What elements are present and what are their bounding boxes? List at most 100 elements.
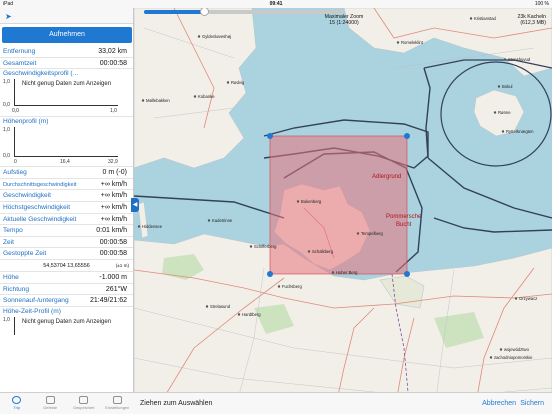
- place-marker: [141, 99, 145, 102]
- place-label: Bokul: [502, 84, 513, 89]
- location-arrow-icon[interactable]: ➤: [5, 12, 12, 21]
- collapse-sidebar-button[interactable]: ◀: [131, 198, 139, 212]
- place-label: Kristianstad: [474, 16, 497, 21]
- place-marker: [493, 111, 497, 114]
- place-marker: [249, 245, 253, 248]
- place-label: Rødvig: [231, 80, 245, 85]
- place-label: Grzywacz: [519, 296, 537, 301]
- stat-label: Aufstieg: [3, 169, 27, 177]
- stat-label: Durchschnittsgeschwindigkeit: [3, 181, 77, 188]
- place-marker: [489, 356, 493, 359]
- stat-value: 00:00:58: [99, 59, 127, 67]
- selection-handle[interactable]: [267, 271, 273, 277]
- place-marker: [501, 130, 505, 133]
- place-marker: [307, 250, 311, 253]
- zoom-slider-fill: [144, 10, 204, 14]
- place-marker: [503, 58, 507, 61]
- stat-row: Geschwindigkeit +∞ km/h: [0, 190, 133, 202]
- speed-profile-message: Nicht genug Daten zum Anzeigen: [21, 81, 112, 88]
- height-time-profile-title: Höhe-Zeit-Profil (m): [3, 307, 61, 315]
- sea-label-adlergrund: Adlergrund: [372, 174, 401, 180]
- stat-label: Gesamtzeit: [3, 59, 37, 67]
- place-label: Møllebakken: [146, 98, 170, 103]
- selection-handle[interactable]: [404, 133, 410, 139]
- map-canvas[interactable]: Adlergrund Pommersche Bucht Gyldenløvesh…: [134, 8, 552, 414]
- height-profile-xtick-mid: 16,4: [60, 159, 70, 166]
- stat-value: 261°W: [105, 285, 127, 293]
- stat-label: Höchstgeschwindigkeit: [3, 203, 71, 211]
- selection-handle[interactable]: [267, 133, 273, 139]
- place-marker: [296, 200, 300, 203]
- place-label: Rytterknægten: [506, 129, 534, 134]
- stat-label: Zeit: [3, 238, 14, 246]
- zoom-info: Maximaler Zoom 15 (1:24000): [284, 14, 404, 26]
- place-marker: [514, 297, 518, 300]
- place-marker: [137, 225, 141, 228]
- stat-value: 33,02 km: [98, 48, 127, 55]
- stat-row: Tempo 0:01 km/h: [0, 225, 133, 237]
- land-zealand: [134, 8, 257, 169]
- place-marker: [226, 81, 230, 84]
- zoom-value: 15 (1:24000): [329, 20, 359, 27]
- tab-einstellungen[interactable]: Einstellungen: [101, 393, 135, 414]
- land-hiddensee: [137, 201, 149, 239]
- height-profile: Höhenprofil (m) 1,0 0,0 0 16,4 32,9: [0, 117, 133, 168]
- height-time-profile-message: Nicht genug Daten zum Anzeigen: [21, 318, 112, 325]
- stat-row: Entfernung 33,02 km: [0, 46, 133, 58]
- tab-gespeichert[interactable]: Gespeichert: [67, 393, 101, 414]
- stat-label: Tempo: [3, 227, 23, 235]
- coordinates-value: 54,53704 13,65556: [43, 262, 90, 269]
- tile-selection-area[interactable]: [269, 135, 408, 275]
- stat-value: 0 m (-0): [102, 169, 128, 177]
- stat-label: Aktuelle Geschwindigkeit: [3, 215, 77, 223]
- stat-row: Durchschnittsgeschwindigkeit +∞ km/h: [0, 179, 133, 191]
- stat-value: -1.000 m: [99, 273, 127, 281]
- place-marker: [205, 305, 209, 308]
- battery-label: 100 %: [534, 1, 549, 7]
- place-marker: [197, 35, 201, 38]
- speed-profile: Geschwindigkeitsprofil (... Nicht genug …: [0, 69, 133, 118]
- place-label: Bukenberg: [301, 199, 322, 204]
- place-label: Gyldenløveshøj: [202, 34, 231, 39]
- speed-profile-title: Geschwindigkeitsprofil (...: [3, 70, 79, 78]
- tile-size: (612,3 MB): [520, 20, 546, 27]
- place-marker: [331, 271, 335, 274]
- place-label: Hoher Berg: [336, 270, 358, 275]
- coordinates-row: 54,53704 13,65556 (±1 m): [0, 260, 133, 272]
- stat-label: Höhe: [3, 273, 19, 281]
- stat-value: +∞ km/h: [100, 180, 127, 188]
- place-label: Stenshuvud: [508, 57, 531, 62]
- map-view[interactable]: Adlergrund Pommersche Bucht Gyldenløvesh…: [134, 8, 552, 414]
- save-button[interactable]: Sichern: [520, 400, 544, 407]
- stat-row: Zeit 00:00:58: [0, 237, 133, 249]
- place-label: zachodniopomorskie: [494, 355, 533, 360]
- speed-profile-ytick-top: 1,0: [3, 79, 10, 86]
- stat-value: 00:00:58: [99, 250, 127, 258]
- place-label: Hiddensee: [142, 224, 163, 229]
- place-marker: [207, 219, 211, 222]
- tile-info: 23k Kacheln (612,3 MB): [517, 14, 546, 26]
- height-profile-xtick-end: 32,9: [108, 159, 118, 166]
- height-profile-plot: [14, 127, 118, 158]
- place-marker: [237, 313, 241, 316]
- stat-value: +∞ km/h: [100, 203, 127, 211]
- height-time-profile-plot: Nicht genug Daten zum Anzeigen: [14, 316, 118, 335]
- place-marker: [396, 41, 400, 44]
- stat-label: Entfernung: [3, 48, 36, 55]
- stat-row: Höchstgeschwindigkeit +∞ km/h: [0, 202, 133, 214]
- folder-icon: [79, 396, 89, 404]
- speed-profile-plot: Nicht genug Daten zum Anzeigen: [14, 79, 118, 107]
- height-profile-ytick-top: 1,0: [3, 127, 10, 134]
- selection-handle[interactable]: [404, 271, 410, 277]
- statistics-sidebar: ➤ Aufnehmen Entfernung 33,02 km Gesamtzeit…: [0, 8, 134, 414]
- map-bottom-bar: Ziehen zum Auswählen Abbrechen Sichern: [134, 392, 552, 414]
- record-button[interactable]: Aufnehmen: [2, 27, 132, 43]
- tab-trip[interactable]: Trip: [0, 393, 34, 414]
- place-label: Hardtberg: [242, 312, 261, 317]
- cancel-button[interactable]: Abbrechen: [482, 400, 516, 407]
- tab-defekte[interactable]: Defekte: [34, 393, 68, 414]
- stat-label: Gestoppte Zeit: [3, 250, 47, 258]
- sea-label-bucht: Bucht: [396, 222, 412, 228]
- height-time-profile-ytick-top: 1,0: [3, 316, 10, 323]
- tab-label: Gespeichert: [72, 405, 95, 410]
